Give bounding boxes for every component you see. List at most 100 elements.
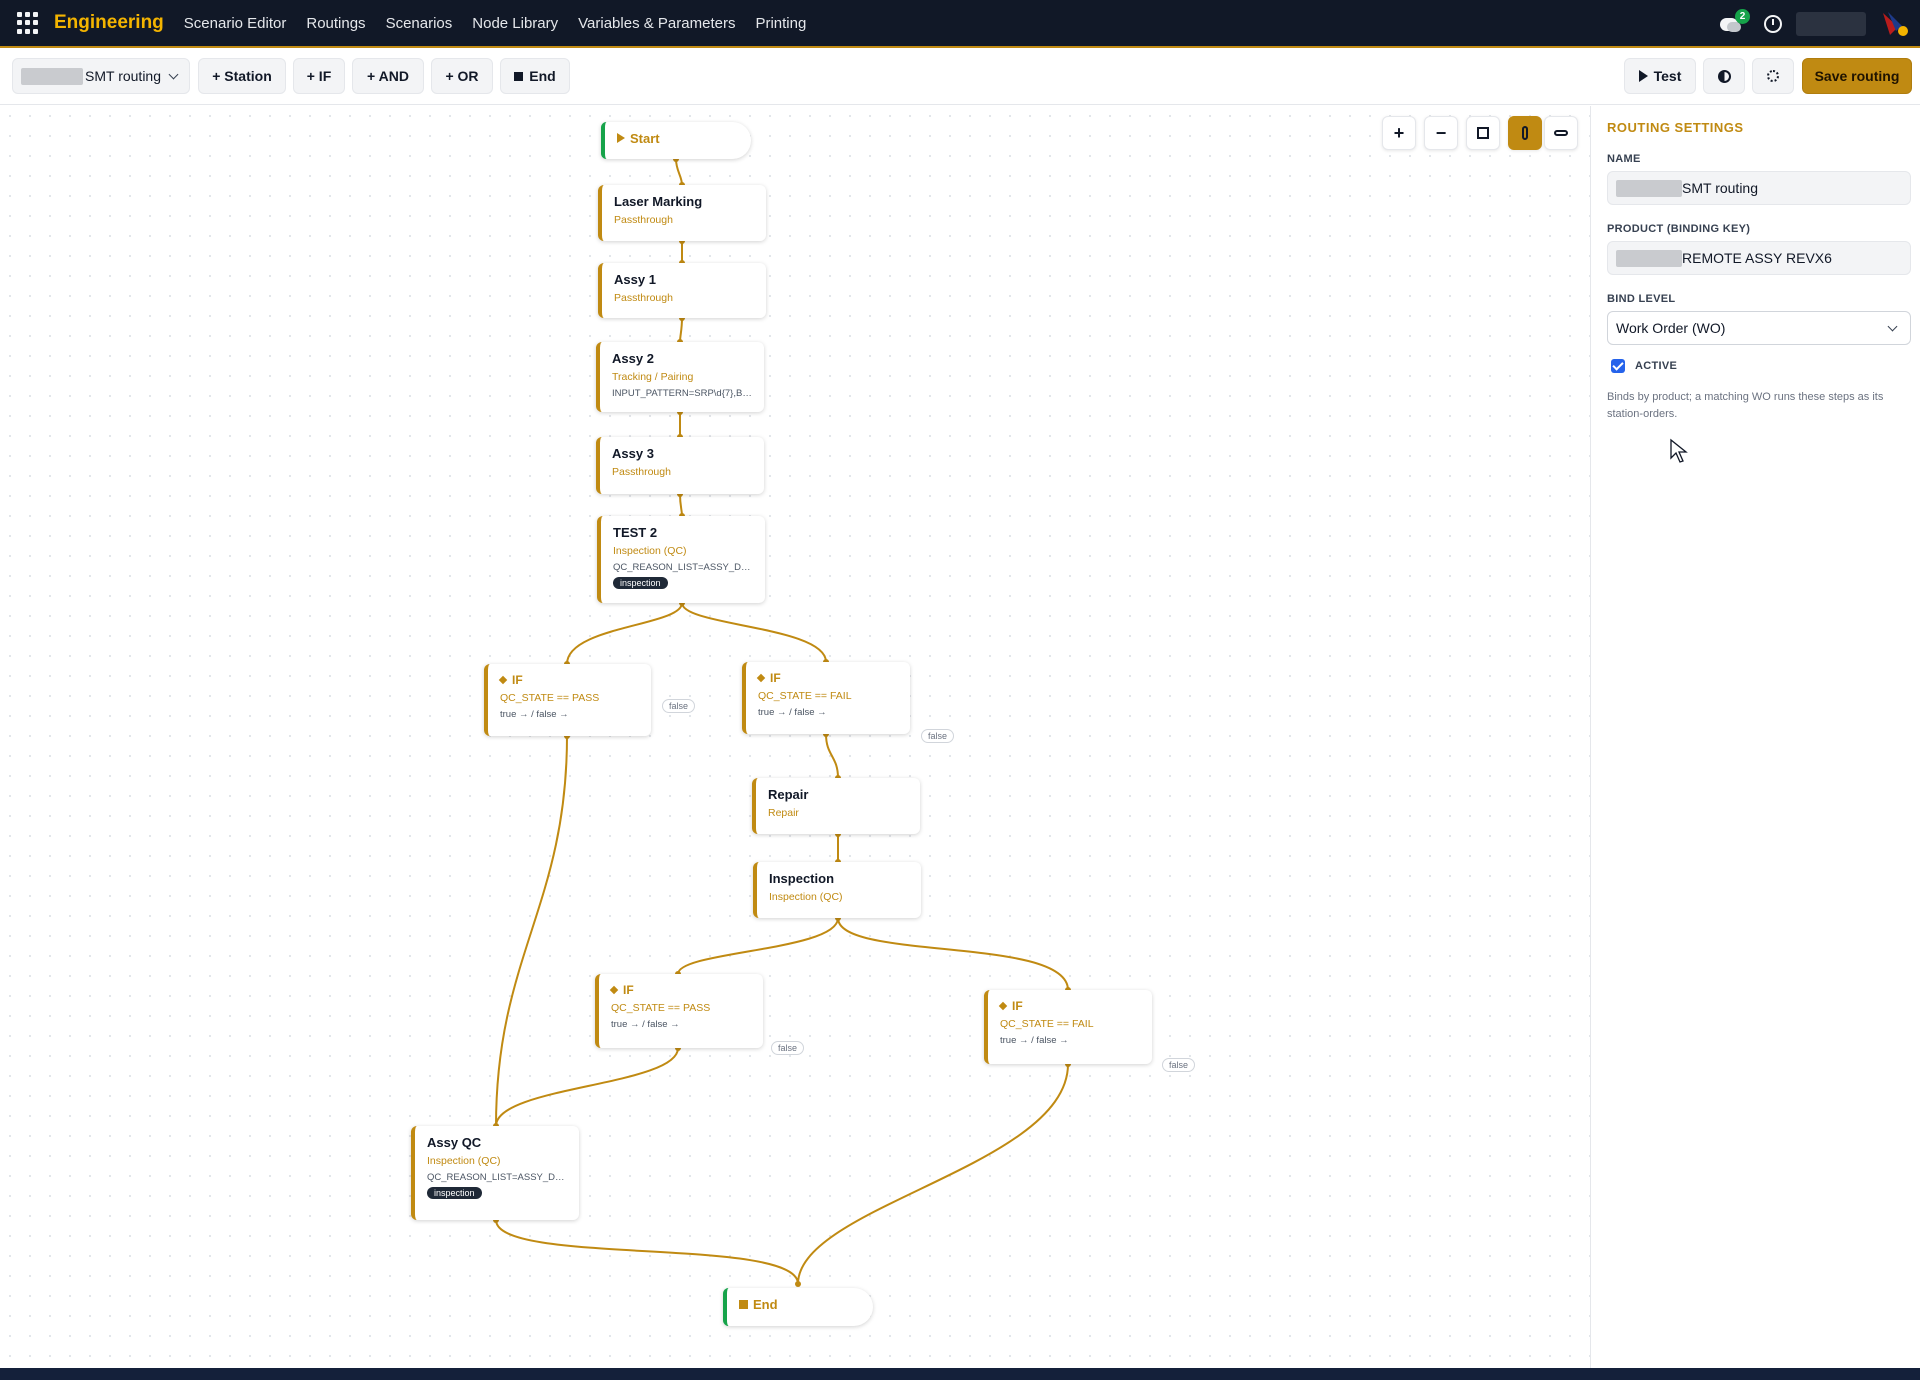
editor-toolbar: SMT routing + Station + IF + AND + OR En… xyxy=(0,50,1920,105)
node-title: Assy 3 xyxy=(612,446,654,461)
edge-assy1-assy2 xyxy=(679,317,683,343)
add-or-button[interactable]: + OR xyxy=(431,58,493,94)
chat-badge: 2 xyxy=(1735,9,1750,24)
app-brand[interactable]: Engineering xyxy=(54,12,164,34)
node-param: QC_REASON_LIST=ASSY_DEFEC... xyxy=(613,562,753,573)
edge-inspection-ifpass2 xyxy=(677,917,839,975)
edge-assy3-test2 xyxy=(679,493,683,517)
node-param: QC_REASON_LIST=ASSY_DEFEC... xyxy=(427,1172,567,1183)
active-label: ACTIVE xyxy=(1635,360,1678,372)
gear-icon xyxy=(1767,70,1779,82)
node-title: Repair xyxy=(768,787,809,802)
chevron-down-icon xyxy=(1887,321,1898,331)
top-nav-bar: Engineering Scenario Editor Routings Sce… xyxy=(0,0,1920,48)
clock-icon[interactable] xyxy=(1764,15,1782,33)
zoom-out-button[interactable]: − xyxy=(1424,116,1458,150)
help-text: Binds by product; a matching WO runs the… xyxy=(1607,391,1884,420)
node-if-title: IF xyxy=(998,999,1140,1013)
node-end[interactable]: End xyxy=(723,1288,873,1326)
routing-select-dropdown[interactable]: SMT routing xyxy=(12,58,190,94)
nav-routings[interactable]: Routings xyxy=(306,15,365,32)
node-start-label: Start xyxy=(630,131,660,146)
node-assy-qc[interactable]: Assy QC Inspection (QC) QC_REASON_LIST=A… xyxy=(411,1126,579,1220)
edge-iffail2-end xyxy=(797,1063,1069,1285)
node-title: Inspection xyxy=(769,871,835,886)
node-condition: QC_STATE == PASS xyxy=(500,692,600,704)
save-routing-button[interactable]: Save routing xyxy=(1802,58,1912,94)
contrast-icon xyxy=(1717,69,1731,83)
node-laser-marking[interactable]: Laser Marking Passthrough xyxy=(598,185,766,241)
settings-button[interactable] xyxy=(1752,58,1794,94)
node-inspection[interactable]: Inspection Inspection (QC) xyxy=(753,862,921,918)
horizontal-layout-icon xyxy=(1554,130,1568,136)
node-assy-3[interactable]: Assy 3 Passthrough xyxy=(596,437,764,494)
active-checkbox[interactable] xyxy=(1611,359,1625,373)
chat-icon[interactable]: 2 xyxy=(1720,9,1750,33)
edge-test2-iffail1 xyxy=(681,602,827,663)
node-if-label: IF xyxy=(1012,999,1023,1013)
node-if-pass-2[interactable]: IF QC_STATE == PASS true → / false → xyxy=(595,974,763,1048)
add-station-button[interactable]: + Station xyxy=(198,58,286,94)
edge-start-laser xyxy=(675,158,683,186)
product-label: PRODUCT (BINDING KEY) xyxy=(1607,223,1751,235)
theme-toggle-button[interactable] xyxy=(1703,58,1745,94)
node-title: Assy 2 xyxy=(612,351,654,366)
diamond-icon xyxy=(756,673,766,683)
name-field[interactable]: SMT routing xyxy=(1607,171,1911,205)
play-icon xyxy=(617,133,625,143)
node-param: INPUT_PATTERN=SRP\d{7},BOX_... xyxy=(612,388,752,399)
node-if-fail-1[interactable]: IF QC_STATE == FAIL true → / false → xyxy=(742,662,910,734)
node-type: Inspection (QC) xyxy=(613,545,687,557)
redacted-prefix xyxy=(21,67,83,85)
company-logo-icon xyxy=(1880,9,1910,39)
node-type: Tracking / Pairing xyxy=(612,371,694,383)
product-field[interactable]: REMOTE ASSY REVX6 xyxy=(1607,241,1911,275)
chevron-down-icon xyxy=(168,69,179,79)
bind-level-select[interactable]: Work Order (WO) xyxy=(1607,311,1911,345)
test-button[interactable]: Test xyxy=(1624,58,1696,94)
stop-square-icon xyxy=(514,71,524,81)
node-test-2[interactable]: TEST 2 Inspection (QC) QC_REASON_LIST=AS… xyxy=(597,516,765,603)
node-tag: inspection xyxy=(613,577,668,589)
edge-assyqc-end xyxy=(495,1219,799,1285)
node-if-title: IF xyxy=(498,673,639,687)
panel-title: ROUTING SETTINGS xyxy=(1607,120,1744,135)
node-branches: true → / false → xyxy=(758,707,827,718)
node-if-pass-1[interactable]: IF QC_STATE == PASS true → / false → xyxy=(484,664,651,736)
edge-iffail1-repair xyxy=(825,733,839,779)
vertical-layout-button[interactable] xyxy=(1508,116,1542,150)
play-icon xyxy=(1638,70,1648,82)
nav-scenarios[interactable]: Scenarios xyxy=(386,15,453,32)
node-assy-1[interactable]: Assy 1 Passthrough xyxy=(598,263,766,318)
name-label: NAME xyxy=(1607,153,1641,165)
routing-settings-panel: ROUTING SETTINGS NAME SMT routing PRODUC… xyxy=(1590,106,1920,1368)
node-type: Inspection (QC) xyxy=(769,891,843,903)
nav-node-library[interactable]: Node Library xyxy=(472,15,558,32)
false-branch-label: false xyxy=(771,1041,805,1055)
flow-canvas[interactable]: + − Start Laser Marking Passthrough Assy… xyxy=(0,106,1590,1368)
add-and-button[interactable]: + AND xyxy=(352,58,424,94)
zoom-in-button[interactable]: + xyxy=(1382,116,1416,150)
add-if-button[interactable]: + IF xyxy=(293,58,345,94)
node-type: Passthrough xyxy=(614,292,673,304)
node-type: Passthrough xyxy=(612,466,671,478)
add-end-button[interactable]: End xyxy=(500,58,570,94)
nav-variables-parameters[interactable]: Variables & Parameters xyxy=(578,15,735,32)
horizontal-layout-button[interactable] xyxy=(1544,116,1578,150)
node-type: Repair xyxy=(768,807,799,819)
routing-select-label: SMT routing xyxy=(85,68,161,84)
fit-view-icon xyxy=(1477,127,1489,139)
diamond-icon xyxy=(998,1001,1008,1011)
node-repair[interactable]: Repair Repair xyxy=(752,778,920,834)
nav-scenario-editor[interactable]: Scenario Editor xyxy=(184,15,287,32)
node-start[interactable]: Start xyxy=(601,122,751,159)
nav-printing[interactable]: Printing xyxy=(755,15,806,32)
fit-view-button[interactable] xyxy=(1466,116,1500,150)
apps-grid-icon[interactable] xyxy=(17,12,39,34)
node-end-title: End xyxy=(739,1297,861,1312)
node-condition: QC_STATE == PASS xyxy=(611,1002,711,1014)
node-if-fail-2[interactable]: IF QC_STATE == FAIL true → / false → xyxy=(984,990,1152,1064)
node-assy-2[interactable]: Assy 2 Tracking / Pairing INPUT_PATTERN=… xyxy=(596,342,764,412)
edge-ifpass2-assyqc xyxy=(495,1047,679,1127)
user-name-redacted[interactable] xyxy=(1796,12,1866,36)
